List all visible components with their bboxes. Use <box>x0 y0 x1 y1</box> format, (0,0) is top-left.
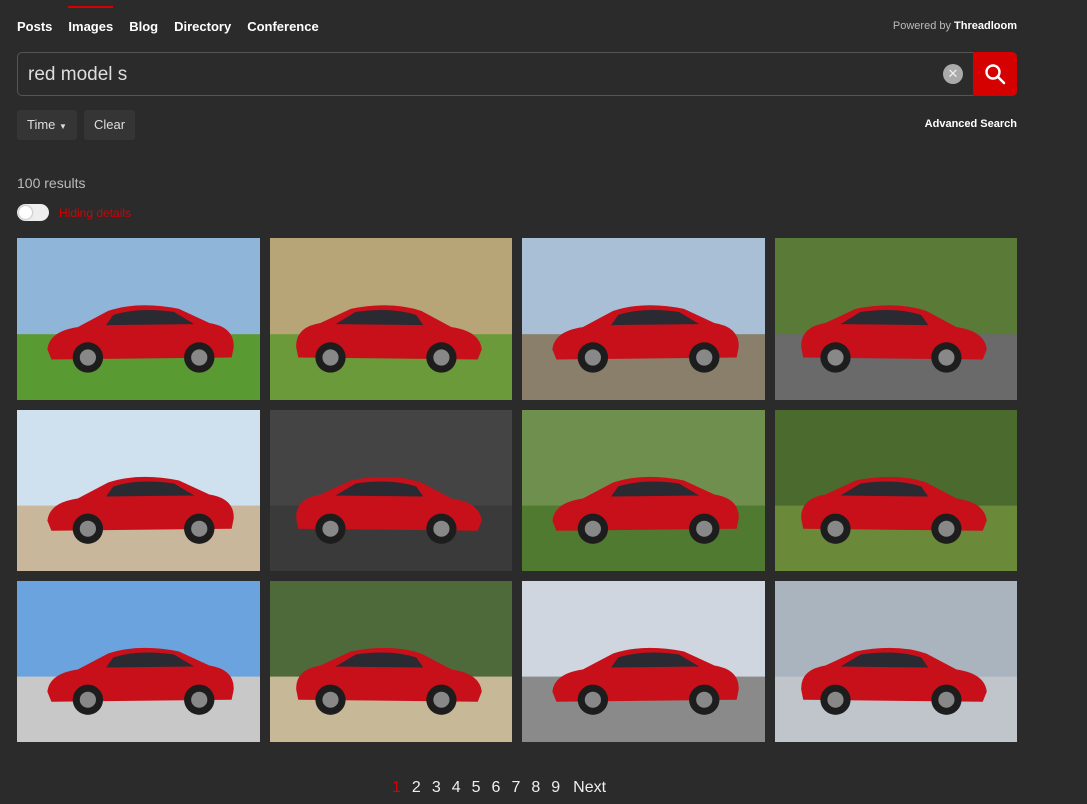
clear-search-icon[interactable]: ✕ <box>943 64 963 84</box>
tab-blog[interactable]: Blog <box>129 19 158 34</box>
time-filter-dropdown[interactable]: Time ▼ <box>17 110 77 140</box>
pagination: 1 2 3 4 5 6 7 8 9 Next <box>392 779 606 797</box>
page-6-link[interactable]: 6 <box>492 779 501 797</box>
time-label: Time <box>27 117 56 132</box>
image-result[interactable] <box>17 410 260 571</box>
image-result[interactable] <box>17 238 260 400</box>
search-button[interactable] <box>973 52 1017 96</box>
tab-conference[interactable]: Conference <box>247 19 319 34</box>
page-7-link[interactable]: 7 <box>511 779 520 797</box>
car-image <box>270 581 512 742</box>
image-result[interactable] <box>270 581 512 742</box>
page-5-link[interactable]: 5 <box>472 779 481 797</box>
page-1-link[interactable]: 1 <box>392 779 401 797</box>
car-image <box>522 581 765 742</box>
nav-tabs: Posts Images Blog Directory Conference <box>17 6 319 34</box>
advanced-search-link[interactable]: Advanced Search <box>925 118 1017 130</box>
image-result[interactable] <box>270 238 512 400</box>
page-8-link[interactable]: 8 <box>531 779 540 797</box>
search-icon <box>985 64 1006 85</box>
car-image <box>775 238 1017 400</box>
search-input[interactable] <box>28 61 928 89</box>
image-result[interactable] <box>270 410 512 571</box>
next-page-link[interactable]: Next <box>573 779 606 797</box>
car-image <box>270 238 512 400</box>
image-result[interactable] <box>522 410 765 571</box>
image-result[interactable] <box>775 238 1017 400</box>
image-result[interactable] <box>775 410 1017 571</box>
image-result[interactable] <box>522 581 765 742</box>
results-count: 100 results <box>17 175 86 191</box>
powered-by: Powered by Threadloom <box>893 20 1017 32</box>
powered-prefix: Powered by <box>892 20 951 32</box>
tab-posts[interactable]: Posts <box>17 19 52 34</box>
car-image <box>522 410 765 571</box>
car-image <box>17 410 260 571</box>
brand-name[interactable]: Threadloom <box>954 20 1017 32</box>
details-toggle-label: Hiding details <box>59 206 132 220</box>
car-image <box>775 581 1017 742</box>
caret-down-icon: ▼ <box>59 122 67 131</box>
car-image <box>17 581 260 742</box>
image-result[interactable] <box>775 581 1017 742</box>
page-3-link[interactable]: 3 <box>432 779 441 797</box>
tab-directory[interactable]: Directory <box>174 19 231 34</box>
car-image <box>522 238 765 400</box>
details-toggle[interactable] <box>17 204 49 221</box>
page-4-link[interactable]: 4 <box>452 779 461 797</box>
page-2-link[interactable]: 2 <box>412 779 421 797</box>
image-grid <box>17 238 1017 742</box>
search-bar: ✕ <box>17 52 1017 96</box>
car-image <box>17 238 260 400</box>
car-image <box>270 410 512 571</box>
car-image <box>775 410 1017 571</box>
tab-images[interactable]: Images <box>68 6 113 34</box>
page-9-link[interactable]: 9 <box>551 779 560 797</box>
clear-filters-button[interactable]: Clear <box>84 110 136 140</box>
image-result[interactable] <box>17 581 260 742</box>
image-result[interactable] <box>522 238 765 400</box>
